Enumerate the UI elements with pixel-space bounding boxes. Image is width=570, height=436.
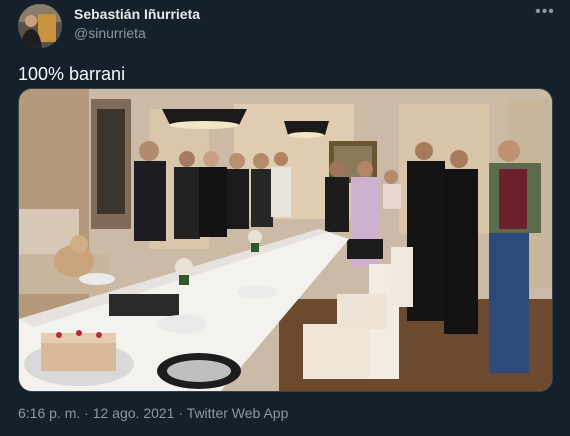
meta-separator: · bbox=[178, 405, 184, 421]
tweet-text: 100% barrani bbox=[18, 64, 126, 84]
avatar[interactable] bbox=[18, 4, 62, 48]
author-display-name[interactable]: Sebastián Iñurrieta bbox=[74, 6, 200, 22]
author-handle[interactable]: @sinurrieta bbox=[74, 25, 146, 41]
meta-separator: · bbox=[84, 405, 89, 421]
tweet-media[interactable] bbox=[18, 88, 553, 392]
dinner-photo-icon bbox=[19, 89, 552, 391]
tweet-time[interactable]: 6:16 p. m. bbox=[18, 405, 80, 421]
more-options-icon[interactable]: ••• bbox=[534, 2, 556, 24]
avatar-photo-icon bbox=[18, 4, 62, 48]
tweet-date[interactable]: 12 ago. 2021 bbox=[93, 405, 175, 421]
tweet-meta: 6:16 p. m. · 12 ago. 2021 · Twitter Web … bbox=[18, 405, 288, 421]
tweet-source[interactable]: Twitter Web App bbox=[187, 405, 289, 421]
tweet: Sebastián Iñurrieta @sinurrieta ••• 100%… bbox=[0, 0, 570, 436]
